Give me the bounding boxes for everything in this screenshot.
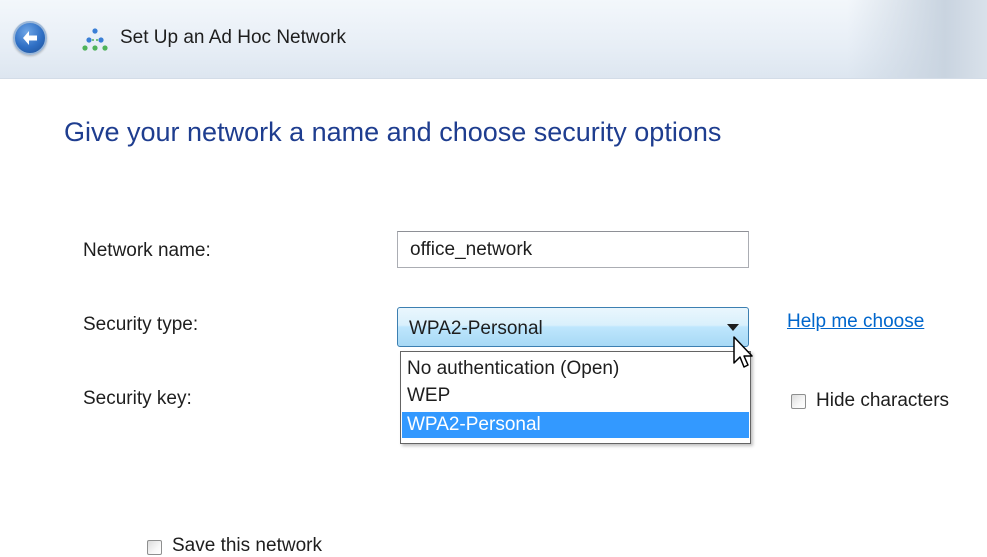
security-type-dropdown[interactable]: WPA2-Personal xyxy=(397,307,749,347)
dropdown-arrow-icon[interactable] xyxy=(727,324,739,331)
security-type-label: Security type: xyxy=(83,314,199,335)
hide-characters-checkbox[interactable] xyxy=(791,394,806,409)
security-type-options-list: No authentication (Open) WEP WPA2-Person… xyxy=(400,351,751,444)
back-button[interactable] xyxy=(13,21,47,55)
back-arrow-icon xyxy=(23,31,37,45)
title-bar-fade xyxy=(847,0,987,78)
title-bar: Set Up an Ad Hoc Network xyxy=(0,0,987,79)
network-icon xyxy=(82,28,108,51)
help-me-choose-link[interactable]: Help me choose xyxy=(787,311,924,333)
network-name-input[interactable]: office_network xyxy=(397,231,749,268)
window-title: Set Up an Ad Hoc Network xyxy=(120,27,346,48)
option-wpa2-personal[interactable]: WPA2-Personal xyxy=(402,412,749,438)
page-heading: Give your network a name and choose secu… xyxy=(64,117,722,147)
mouse-pointer-icon xyxy=(733,336,753,368)
save-network-checkbox[interactable] xyxy=(147,540,162,555)
network-name-value: office_network xyxy=(410,239,533,260)
save-network-label: Save this network xyxy=(172,535,322,556)
security-type-selected: WPA2-Personal xyxy=(409,318,543,339)
network-name-label: Network name: xyxy=(83,240,211,261)
hide-characters-label: Hide characters xyxy=(816,390,950,411)
security-key-label: Security key: xyxy=(83,388,192,409)
option-no-authentication[interactable]: No authentication (Open) xyxy=(402,356,749,382)
option-wep[interactable]: WEP xyxy=(402,383,749,409)
